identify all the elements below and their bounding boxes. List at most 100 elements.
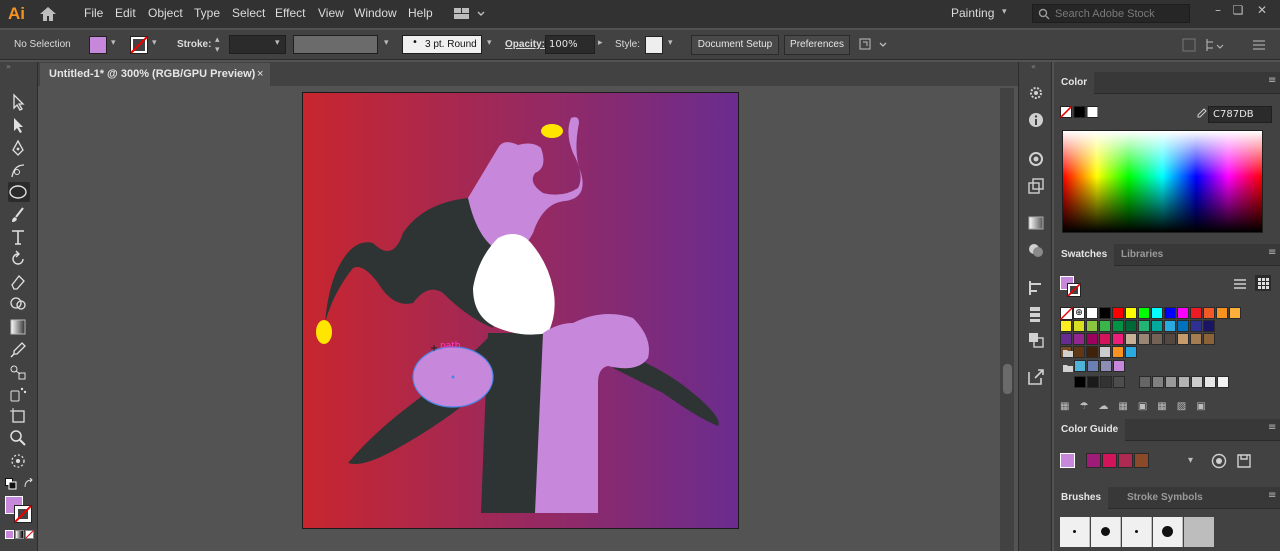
- opacity-field[interactable]: 100%: [545, 35, 595, 54]
- brush-definition-field[interactable]: • 3 pt. Round: [402, 35, 482, 54]
- collapse-panels-icon[interactable]: «: [1031, 62, 1036, 71]
- tab-symbols[interactable]: Symbols: [1154, 487, 1210, 509]
- type-tool-icon[interactable]: [8, 227, 30, 247]
- search-stock-field[interactable]: Search Adobe Stock: [1032, 4, 1190, 23]
- swap-colors-icon[interactable]: [23, 478, 35, 490]
- style-swatch[interactable]: [645, 36, 663, 54]
- menu-help[interactable]: Help: [408, 6, 433, 20]
- menu-type[interactable]: Type: [194, 6, 220, 20]
- tab-color[interactable]: Color: [1054, 72, 1095, 94]
- restore-icon[interactable]: ❏: [1230, 3, 1246, 19]
- color-swatch[interactable]: [1125, 346, 1137, 358]
- hex-color-field[interactable]: C787DB: [1208, 106, 1272, 123]
- color-swatch[interactable]: [1164, 333, 1176, 345]
- group-swatch[interactable]: [1100, 360, 1112, 372]
- color-swatch[interactable]: [1073, 320, 1085, 332]
- color-swatch[interactable]: [1073, 346, 1085, 358]
- none-mode-icon[interactable]: [25, 530, 34, 539]
- eyedropper-tool-icon[interactable]: [8, 340, 30, 360]
- color-swatch[interactable]: [1177, 307, 1189, 319]
- export-icon[interactable]: [1027, 368, 1045, 386]
- color-swatch[interactable]: [1216, 307, 1228, 319]
- color-swatch[interactable]: [1190, 307, 1202, 319]
- color-swatch[interactable]: [1190, 320, 1202, 332]
- panel-menu-icon[interactable]: ≡: [1268, 247, 1276, 258]
- panel-menu-icon[interactable]: ≡: [1268, 490, 1276, 501]
- fill-swatch[interactable]: [89, 36, 107, 54]
- hand-tool-icon[interactable]: [8, 451, 30, 471]
- color-swatch[interactable]: [1125, 320, 1137, 332]
- group-swatch[interactable]: [1100, 376, 1112, 388]
- preferences-button[interactable]: Preferences: [784, 35, 850, 55]
- opacity-label[interactable]: Opacity:: [505, 39, 545, 50]
- color-swatch[interactable]: [1138, 307, 1150, 319]
- close-tab-icon[interactable]: ×: [257, 68, 263, 80]
- color-swatch[interactable]: [1138, 333, 1150, 345]
- stroke-color-swatch-icon[interactable]: [14, 505, 32, 523]
- color-swatch[interactable]: [1060, 333, 1072, 345]
- save-color-group-icon[interactable]: [1234, 453, 1252, 469]
- chevron-down-icon[interactable]: ▾: [487, 38, 492, 48]
- document-tab[interactable]: Untitled-1* @ 300% (RGB/GPU Preview) ×: [40, 63, 270, 86]
- panel-menu-icon[interactable]: [1252, 38, 1266, 52]
- color-guide-swatch[interactable]: [1134, 453, 1149, 468]
- tab-libraries[interactable]: Libraries: [1114, 244, 1170, 266]
- brush-4[interactable]: [1153, 517, 1183, 547]
- pen-tool-icon[interactable]: [8, 138, 30, 158]
- group-swatch[interactable]: [1113, 376, 1125, 388]
- eraser-tool-icon[interactable]: [8, 272, 30, 292]
- group-swatch[interactable]: [1139, 376, 1151, 388]
- collapse-toolbar-icon[interactable]: »: [6, 62, 11, 71]
- color-mode-icon[interactable]: [5, 530, 14, 539]
- color-swatch[interactable]: [1086, 346, 1098, 358]
- color-swatch[interactable]: [1099, 320, 1111, 332]
- color-guide-swatch[interactable]: [1086, 453, 1101, 468]
- artboards-icon[interactable]: [1027, 331, 1045, 349]
- edit-colors-icon[interactable]: [1211, 453, 1227, 469]
- arrange-documents-icon[interactable]: [454, 7, 486, 21]
- group-swatch[interactable]: [1152, 376, 1164, 388]
- direct-selection-tool-icon[interactable]: [8, 115, 30, 135]
- swatches-stroke-preview-icon[interactable]: [1067, 283, 1081, 297]
- menu-window[interactable]: Window: [354, 6, 397, 20]
- color-guide-swatch[interactable]: [1118, 453, 1133, 468]
- color-swatch[interactable]: [1060, 320, 1072, 332]
- eyedropper-icon[interactable]: [1195, 108, 1207, 120]
- close-icon[interactable]: ✕: [1254, 3, 1270, 19]
- home-icon[interactable]: [39, 6, 57, 22]
- color-swatch[interactable]: [1203, 307, 1215, 319]
- chevron-down-icon[interactable]: ▾: [152, 38, 157, 48]
- selection-tool-icon[interactable]: [8, 92, 30, 112]
- group-swatch[interactable]: [1217, 376, 1229, 388]
- chevron-right-icon[interactable]: ▸: [598, 38, 603, 48]
- tab-swatches[interactable]: Swatches: [1054, 244, 1115, 266]
- list-view-icon[interactable]: [1233, 277, 1247, 291]
- chevron-down-icon[interactable]: ▾: [111, 38, 116, 48]
- menu-object[interactable]: Object: [148, 6, 183, 20]
- transparency-icon[interactable]: [1027, 241, 1045, 259]
- color-swatch[interactable]: [1125, 333, 1137, 345]
- transform-icon[interactable]: [1205, 38, 1225, 52]
- color-swatch[interactable]: [1151, 307, 1163, 319]
- color-swatch[interactable]: [1151, 333, 1163, 345]
- variable-width-field[interactable]: [293, 35, 378, 54]
- color-guide-swatch[interactable]: [1060, 453, 1075, 468]
- artboard[interactable]: path: [302, 92, 739, 529]
- stroke-stepper-icon[interactable]: ▴ ▾: [215, 35, 220, 55]
- stroke-none-swatch-icon[interactable]: [130, 36, 148, 54]
- properties-gear-icon[interactable]: [1027, 84, 1045, 102]
- color-spectrum[interactable]: [1062, 130, 1263, 233]
- color-swatch[interactable]: [1229, 307, 1241, 319]
- color-swatch[interactable]: [1164, 320, 1176, 332]
- chevron-down-icon[interactable]: ▾: [1188, 455, 1193, 466]
- color-swatch[interactable]: [1073, 333, 1085, 345]
- layers-icon[interactable]: [1027, 305, 1045, 323]
- group-swatch[interactable]: [1178, 376, 1190, 388]
- gradient-panel-icon[interactable]: [1027, 214, 1045, 232]
- artboard-tool-icon[interactable]: [8, 406, 30, 426]
- group-swatch[interactable]: [1087, 376, 1099, 388]
- zoom-tool-icon[interactable]: [8, 428, 30, 448]
- minimize-icon[interactable]: –: [1210, 3, 1226, 19]
- menu-view[interactable]: View: [318, 6, 344, 20]
- grid-view-icon[interactable]: [1255, 275, 1271, 291]
